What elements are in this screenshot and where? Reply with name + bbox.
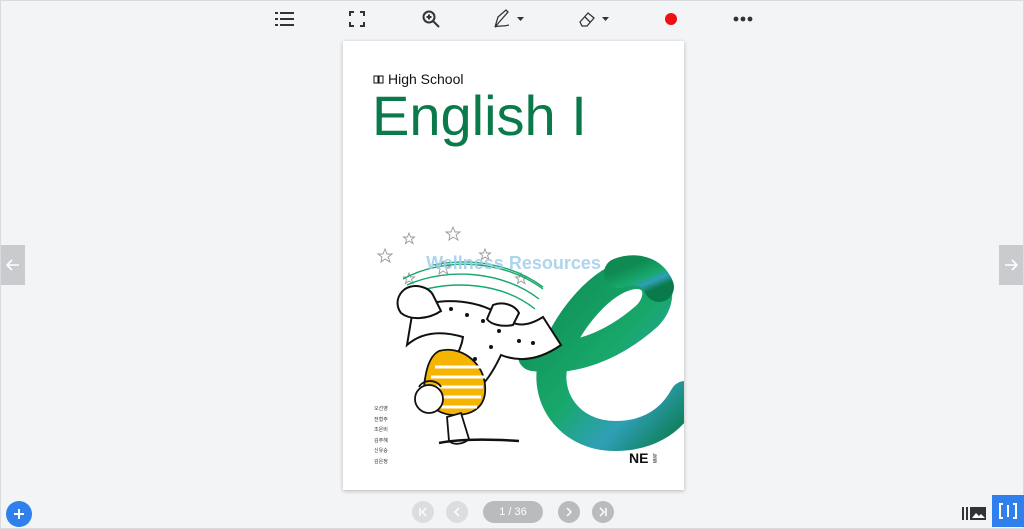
book-page[interactable]: High School English I Wellness Resources… [343, 41, 684, 490]
zoom-in-icon[interactable] [419, 7, 443, 31]
prev-page-button[interactable] [446, 501, 468, 523]
author-name: 김주혜 [374, 437, 388, 444]
library-icon [962, 507, 986, 520]
more-icon[interactable] [731, 7, 755, 31]
chevron-right-icon [566, 507, 573, 517]
author-name: 신유승 [374, 448, 388, 454]
first-page-icon [419, 507, 427, 517]
list-icon[interactable] [273, 7, 297, 31]
library-button[interactable] [961, 501, 987, 525]
cover-illustration [376, 225, 684, 451]
page-indicator: 1 / 36 [483, 501, 543, 523]
record-icon[interactable] [661, 7, 681, 31]
arrow-right-icon [1005, 259, 1018, 271]
eraser-icon[interactable] [577, 7, 611, 31]
plus-icon [14, 509, 24, 519]
last-page-button[interactable] [592, 501, 614, 523]
book-icon [373, 75, 384, 84]
author-name: 조은비 [374, 427, 388, 433]
add-button[interactable] [6, 501, 32, 527]
fullscreen-icon[interactable] [345, 7, 369, 31]
publisher-subname: 능률 [651, 453, 658, 463]
page-layout-button[interactable] [992, 495, 1024, 527]
arrow-left-icon [6, 259, 19, 271]
publisher-logo: NE 능률 [629, 450, 665, 466]
next-page-side-button[interactable] [999, 245, 1023, 285]
pagination: 1 / 36 [1, 501, 1024, 523]
publisher-name: NE [629, 450, 649, 466]
author-name: 김은정 [374, 458, 388, 465]
single-page-icon [999, 503, 1017, 519]
top-toolbar [1, 1, 1024, 37]
last-page-icon [599, 507, 607, 517]
chevron-left-icon [453, 507, 460, 517]
author-name: 전형주 [374, 416, 388, 423]
author-name: 오선영 [374, 406, 388, 412]
watermark-text: Wellness Resources [426, 253, 601, 273]
prev-page-side-button[interactable] [1, 245, 25, 285]
first-page-button[interactable] [412, 501, 434, 523]
author-list: 오선영 전형주 조은비 김주혜 신유승 김은정 [374, 404, 388, 467]
book-title: English I [372, 84, 587, 147]
next-page-button[interactable] [558, 501, 580, 523]
pen-icon[interactable] [491, 7, 527, 31]
